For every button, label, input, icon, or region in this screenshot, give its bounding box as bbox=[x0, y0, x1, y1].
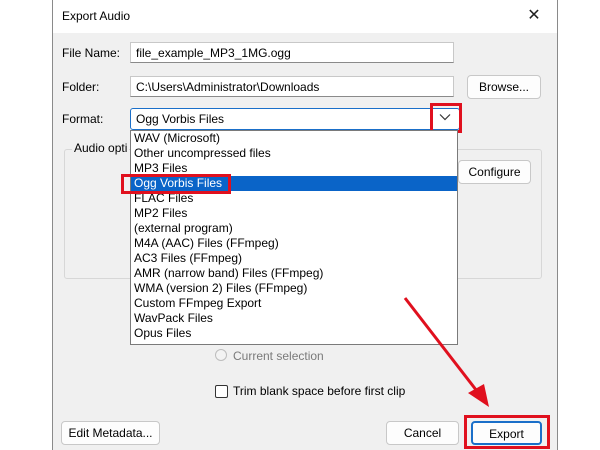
format-label: Format: bbox=[62, 112, 104, 126]
export-audio-dialog: Export Audio ✕ File Name: file_example_M… bbox=[52, 0, 558, 450]
format-option[interactable]: WavPack Files bbox=[131, 311, 457, 326]
format-option[interactable]: Custom FFmpeg Export bbox=[131, 296, 457, 311]
format-select-value: Ogg Vorbis Files bbox=[136, 112, 225, 126]
format-option[interactable]: AC3 Files (FFmpeg) bbox=[131, 251, 457, 266]
current-selection-radio[interactable] bbox=[215, 349, 227, 361]
trim-label: Trim blank space before first clip bbox=[233, 384, 406, 398]
configure-button[interactable]: Configure bbox=[458, 160, 531, 184]
export-button-highlight bbox=[464, 415, 550, 449]
format-option[interactable]: AMR (narrow band) Files (FFmpeg) bbox=[131, 266, 457, 281]
cancel-button[interactable]: Cancel bbox=[386, 421, 459, 445]
format-select[interactable]: Ogg Vorbis Files bbox=[130, 108, 460, 130]
format-option[interactable]: (external program) bbox=[131, 221, 457, 236]
ogg-option-highlight bbox=[121, 174, 231, 194]
trim-checkbox[interactable] bbox=[215, 385, 228, 398]
format-option[interactable]: WMA (version 2) Files (FFmpeg) bbox=[131, 281, 457, 296]
folder-label: Folder: bbox=[62, 80, 100, 94]
current-selection-label: Current selection bbox=[233, 349, 324, 363]
close-icon[interactable]: ✕ bbox=[511, 0, 557, 33]
format-arrow-highlight bbox=[430, 103, 462, 133]
format-option[interactable]: Other uncompressed files bbox=[131, 146, 457, 161]
file-name-label: File Name: bbox=[62, 46, 121, 60]
file-name-input[interactable]: file_example_MP3_1MG.ogg bbox=[130, 42, 454, 63]
format-dropdown-list: WAV (Microsoft) Other uncompressed files M… bbox=[130, 130, 458, 345]
format-option[interactable]: Opus Files bbox=[131, 326, 457, 341]
folder-input[interactable]: C:\Users\Administrator\Downloads bbox=[130, 76, 454, 97]
title-bar: Export Audio ✕ bbox=[53, 0, 557, 33]
browse-button[interactable]: Browse... bbox=[467, 75, 541, 99]
format-option[interactable]: M4A (AAC) Files (FFmpeg) bbox=[131, 236, 457, 251]
window-title: Export Audio bbox=[62, 9, 131, 23]
format-option[interactable]: MP2 Files bbox=[131, 206, 457, 221]
format-option[interactable]: WAV (Microsoft) bbox=[131, 131, 457, 146]
edit-metadata-button[interactable]: Edit Metadata... bbox=[61, 421, 160, 445]
audio-options-title: Audio opti bbox=[72, 141, 130, 155]
